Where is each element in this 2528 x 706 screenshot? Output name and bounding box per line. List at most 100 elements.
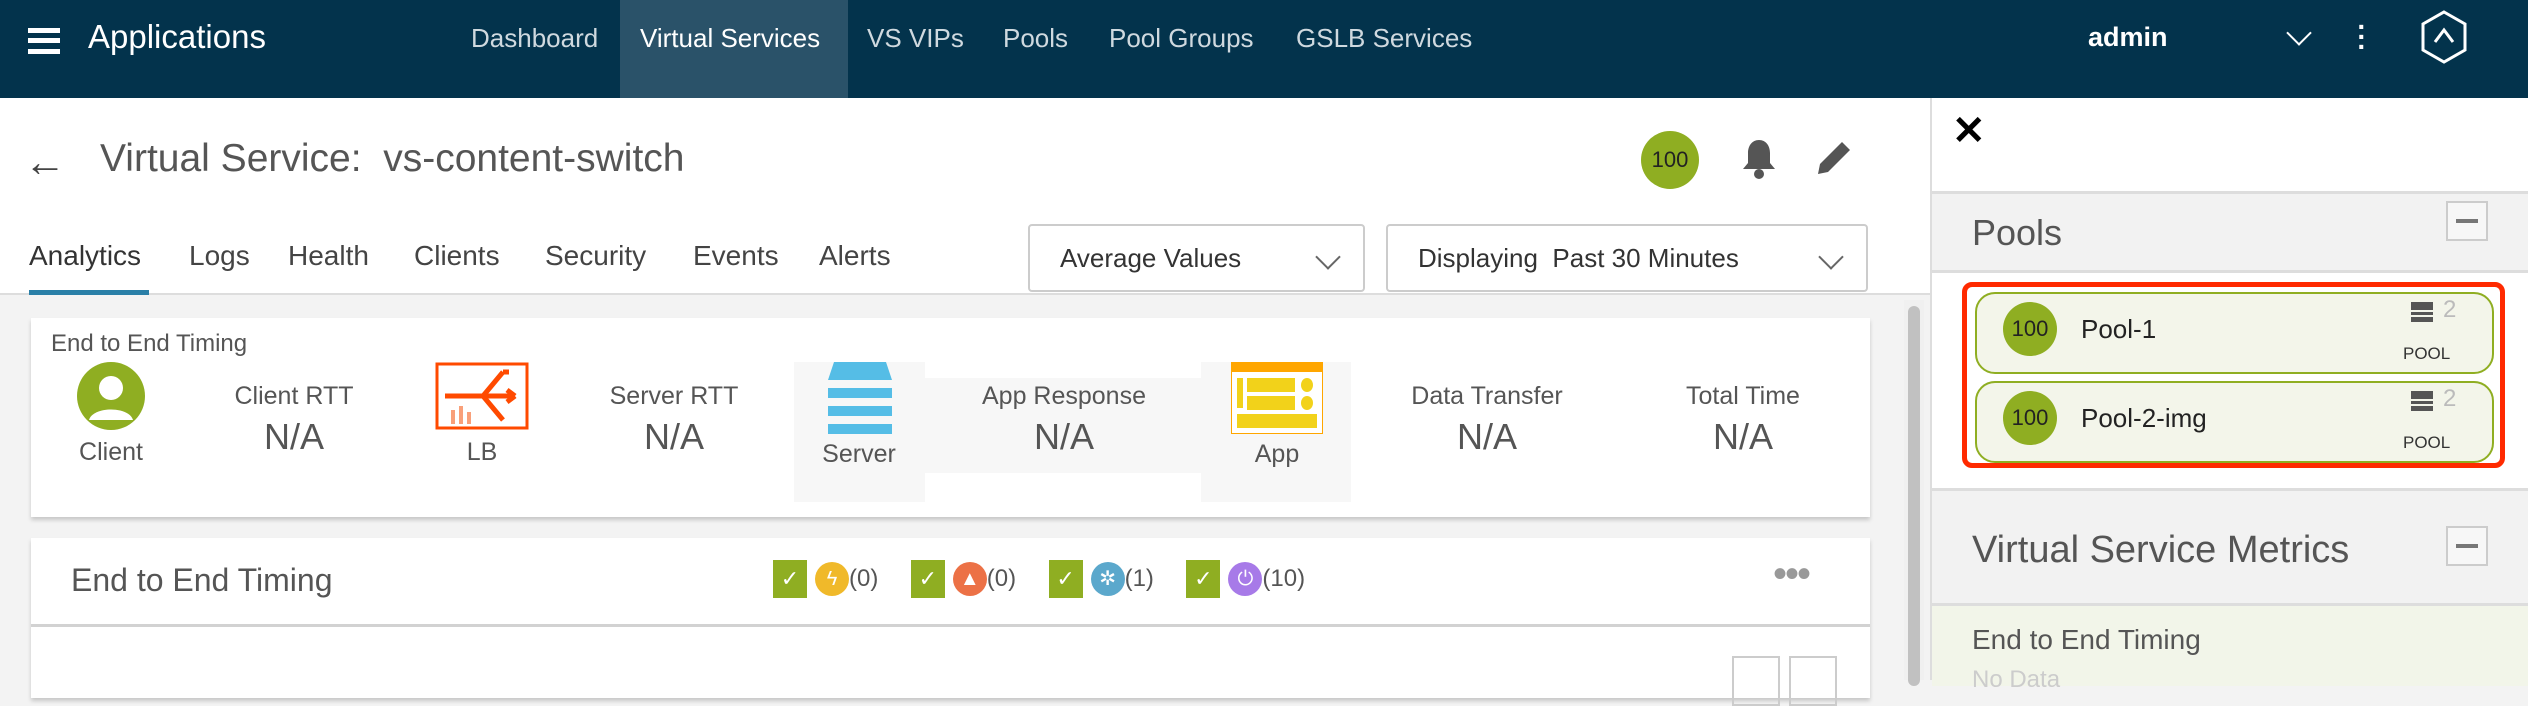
app-icon — [1231, 362, 1323, 434]
nav-pools[interactable]: Pools — [983, 0, 1088, 98]
close-icon[interactable]: ✕ — [1952, 108, 1986, 154]
nav-vs-vips[interactable]: VS VIPs — [847, 0, 984, 98]
right-panel: ✕ Pools 100 Pool-1 2 POOL 100 Pool-2-img… — [1930, 98, 2528, 693]
top-navigation: Applications Dashboard Virtual Services … — [0, 0, 2528, 98]
time-range-dropdown[interactable]: Displaying Past 30 Minutes — [1386, 224, 1868, 292]
health-score-badge[interactable]: 100 — [1641, 131, 1699, 189]
server-rtt-value: N/A — [643, 416, 704, 457]
total-time-value: N/A — [1712, 416, 1773, 457]
nav-pool-groups[interactable]: Pool Groups — [1089, 0, 1274, 98]
zoom-in-button[interactable] — [1732, 656, 1780, 706]
logo-icon[interactable] — [2420, 10, 2468, 64]
chevron-down-icon — [1818, 244, 1844, 270]
filter-count: (1) — [1124, 565, 1154, 592]
vs-metrics-title: Virtual Service Metrics — [1972, 529, 2350, 571]
tab-analytics[interactable]: Analytics — [29, 240, 141, 272]
client-rtt-label: Client RTT — [234, 382, 354, 410]
server-stack-icon — [2411, 391, 2433, 411]
scrollbar-thumb[interactable] — [1908, 306, 1920, 686]
time-range-label: Displaying Past 30 Minutes — [1418, 243, 1739, 273]
checkbox-checked-icon[interactable]: ✓ — [910, 560, 945, 598]
pool-name[interactable]: Pool-1 — [2081, 314, 2156, 345]
metric-name: End to End Timing — [1972, 624, 2201, 655]
tab-alerts[interactable]: Alerts — [819, 240, 891, 272]
pool-name[interactable]: Pool-2-img — [2081, 403, 2207, 434]
server-label: Server — [822, 440, 896, 468]
chevron-down-icon[interactable] — [2286, 20, 2312, 46]
power-icon: ⏻ — [1228, 562, 1263, 596]
collapse-metrics-button[interactable] — [2446, 526, 2488, 566]
checkbox-checked-icon[interactable]: ✓ — [1186, 560, 1221, 598]
filter-config-events[interactable]: ✓ ✲ (1) — [1048, 560, 1154, 598]
end-to-end-chart-card: End to End Timing ✓ ϟ (0) ✓ ▲ (0) ✓ ✲ (1) ✓ ⏻ (1… — [31, 538, 1870, 706]
app-response-value: N/A — [1033, 416, 1094, 457]
lb-label: LB — [466, 438, 498, 466]
values-dropdown[interactable]: Average Values — [1028, 224, 1365, 292]
metric-value: No Data — [1972, 666, 2061, 693]
checkbox-checked-icon[interactable]: ✓ — [1048, 560, 1083, 598]
edit-pencil-icon[interactable] — [1814, 138, 1854, 178]
metric-tile[interactable]: End to End Timing No Data — [1932, 606, 2528, 693]
server-icon — [828, 362, 892, 434]
kebab-menu-icon[interactable]: · · · — [2356, 13, 2368, 61]
divider — [31, 624, 1870, 627]
hamburger-menu-icon[interactable] — [28, 28, 60, 54]
app-label: App — [1254, 440, 1300, 468]
back-arrow-icon[interactable]: ← — [24, 138, 66, 186]
pool-type: POOL — [2403, 433, 2451, 452]
tab-clients[interactable]: Clients — [414, 240, 500, 272]
zoom-out-button[interactable] — [1789, 656, 1837, 706]
end-to-end-timing-card: End to End Timing Client Client RTT N/A … — [31, 318, 1870, 517]
chevron-down-icon — [1315, 244, 1341, 270]
bell-icon: ▲ — [952, 562, 987, 596]
filter-system-events[interactable]: ✓ ⏻ (10) — [1186, 560, 1305, 598]
load-balancer-icon — [435, 362, 529, 430]
vs-metrics-section-header: Virtual Service Metrics — [1932, 488, 2528, 606]
event-filters: ✓ ϟ (0) ✓ ▲ (0) ✓ ✲ (1) ✓ ⏻ (10) — [773, 560, 1305, 598]
filter-count: (0) — [849, 565, 879, 592]
pools-title: Pools — [1972, 212, 2063, 253]
filter-alerts[interactable]: ✓ ▲ (0) — [910, 560, 1016, 598]
checkbox-checked-icon[interactable]: ✓ — [773, 560, 807, 598]
tab-health[interactable]: Health — [288, 240, 369, 272]
tab-security[interactable]: Security — [545, 240, 646, 272]
filter-count: (10) — [1262, 565, 1306, 592]
pool-health-badge: 100 — [2003, 391, 2057, 445]
filter-anomalies[interactable]: ✓ ϟ (0) — [773, 560, 878, 598]
pool-type: POOL — [2403, 344, 2451, 363]
card-title: End to End Timing — [51, 330, 248, 357]
tab-logs[interactable]: Logs — [189, 240, 250, 272]
collapse-pools-button[interactable] — [2446, 201, 2488, 241]
values-dropdown-label: Average Values — [1060, 243, 1242, 273]
data-transfer-value: N/A — [1456, 416, 1517, 457]
data-transfer-label: Data Transfer — [1411, 382, 1563, 410]
more-options-icon[interactable]: ••• — [1773, 552, 1811, 597]
pool-server-count: 2 — [2443, 296, 2457, 323]
total-time-label: Total Time — [1686, 382, 1800, 410]
lightning-icon: ϟ — [815, 562, 849, 596]
client-rtt-value: N/A — [263, 416, 324, 457]
pool-item[interactable]: 100 Pool-1 2 POOL — [1975, 292, 2494, 374]
nav-dashboard[interactable]: Dashboard — [451, 0, 618, 98]
pool-health-badge: 100 — [2003, 302, 2057, 356]
server-stack-icon — [2411, 302, 2433, 322]
user-menu[interactable]: admin — [2088, 22, 2168, 53]
pool-server-count: 2 — [2443, 385, 2457, 412]
filter-count: (0) — [986, 565, 1017, 592]
nav-gslb-services[interactable]: GSLB Services — [1276, 0, 1492, 98]
tab-events[interactable]: Events — [693, 240, 779, 272]
server-rtt-label: Server RTT — [609, 382, 739, 410]
client-icon — [77, 362, 145, 430]
pool-item[interactable]: 100 Pool-2-img 2 POOL — [1975, 381, 2494, 463]
pools-section-header: Pools — [1932, 191, 2528, 273]
active-tab-indicator — [29, 290, 149, 295]
main-scrollbar[interactable] — [1904, 300, 1924, 686]
nav-virtual-services[interactable]: Virtual Services — [620, 0, 848, 98]
gear-icon: ✲ — [1090, 562, 1125, 596]
app-response-label: App Response — [981, 382, 1146, 410]
page-title: Virtual Service: vs-content-switch — [100, 137, 685, 180]
client-label: Client — [79, 438, 143, 466]
chart-card-title: End to End Timing — [71, 562, 333, 598]
bell-icon[interactable] — [1740, 136, 1778, 180]
app-title: Applications — [88, 18, 266, 55]
